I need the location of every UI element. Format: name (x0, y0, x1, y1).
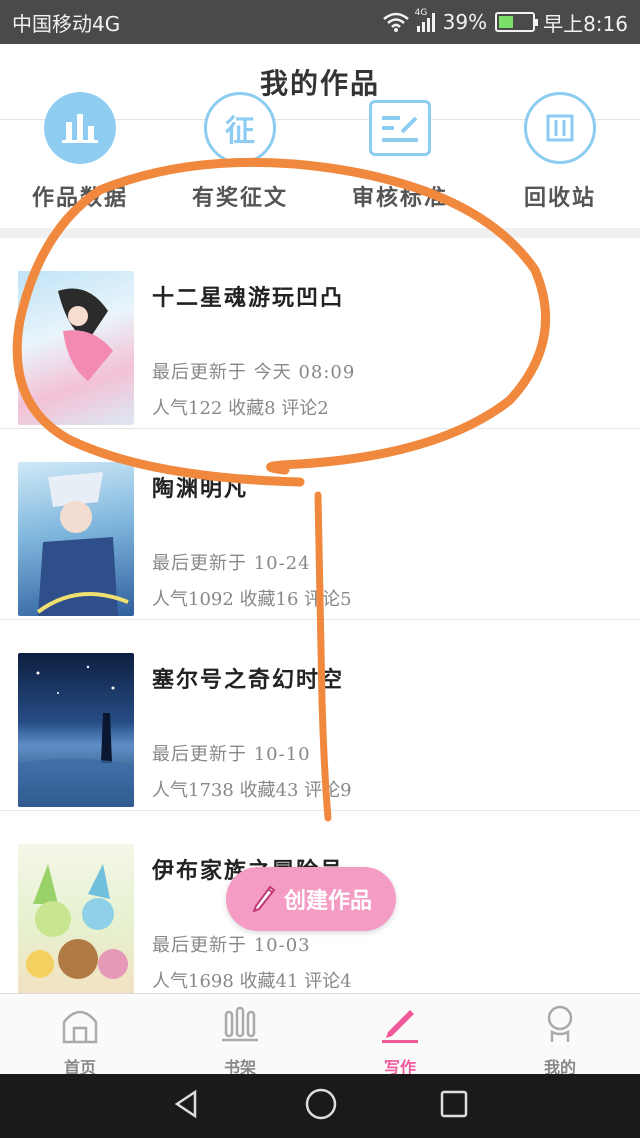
work-cover (18, 653, 134, 807)
review-icon (369, 100, 431, 156)
back-icon[interactable] (171, 1088, 203, 1124)
work-updated: 最后更新于 10-10 (152, 744, 311, 765)
quick-action-label: 有奖征文 (191, 185, 288, 211)
tab-mine[interactable]: 我的 (480, 994, 640, 1077)
quick-action-work-data[interactable]: 作品数据 (0, 92, 160, 228)
network-type-label: 4G (414, 8, 428, 18)
pen-icon (380, 1004, 420, 1048)
carrier-label: 中国移动4G (12, 11, 121, 36)
work-stats: 人气1698 收藏41 评论4 (152, 971, 352, 992)
contest-icon: 征 (204, 92, 276, 164)
quick-actions: 作品数据 征 有奖征文 审核标准 回收站 (0, 92, 640, 228)
home-circle-icon[interactable] (304, 1087, 338, 1125)
home-icon (60, 1004, 100, 1048)
clock: 早上8:16 (543, 11, 628, 36)
work-item[interactable]: 陶渊明凡 最后更新于 10-24 人气1092 收藏16 评论5 (0, 429, 640, 620)
quick-action-recycle-bin[interactable]: 回收站 (480, 92, 640, 228)
quick-action-label: 作品数据 (31, 185, 128, 211)
work-title: 陶渊明凡 (152, 476, 249, 502)
bottom-tab-bar: 首页 书架 写作 我的 (0, 993, 640, 1077)
work-stats: 人气1092 收藏16 评论5 (152, 589, 352, 610)
tab-home[interactable]: 首页 (0, 994, 160, 1077)
wifi-icon (382, 12, 409, 32)
pencil-icon (250, 880, 278, 918)
work-updated: 最后更新于 今天 08:09 (152, 362, 356, 383)
work-cover (18, 844, 134, 993)
tab-write[interactable]: 写作 (320, 994, 480, 1077)
quick-action-contest[interactable]: 征 有奖征文 (160, 92, 320, 228)
system-nav-bar (0, 1074, 640, 1138)
battery-icon (495, 12, 539, 32)
battery-percent: 39% (442, 10, 488, 34)
create-work-label: 创建作品 (283, 888, 372, 914)
recycle-bin-icon (524, 92, 596, 164)
tab-bookshelf[interactable]: 书架 (160, 994, 320, 1077)
work-stats: 人气1738 收藏43 评论9 (152, 780, 352, 801)
work-stats: 人气122 收藏8 评论2 (152, 398, 329, 419)
recents-icon[interactable] (439, 1089, 469, 1123)
work-title: 塞尔号之奇幻时空 (152, 667, 345, 693)
chart-icon (44, 92, 116, 164)
profile-icon (540, 1004, 580, 1048)
quick-action-review-standard[interactable]: 审核标准 (320, 100, 480, 228)
page-title: 我的作品 (259, 66, 380, 100)
work-title: 十二星魂游玩凹凸 (152, 285, 345, 311)
status-bar: 中国移动4G 4G 39% 早上8:16 (0, 0, 640, 44)
quick-action-label: 回收站 (523, 185, 596, 211)
signal-icon: 4G (415, 8, 435, 32)
work-updated: 最后更新于 10-03 (152, 935, 311, 956)
work-updated: 最后更新于 10-24 (152, 553, 311, 574)
work-cover (18, 462, 134, 616)
work-cover (18, 271, 134, 425)
quick-action-label: 审核标准 (351, 185, 448, 211)
work-item[interactable]: 塞尔号之奇幻时空 最后更新于 10-10 人气1738 收藏43 评论9 (0, 620, 640, 811)
bookshelf-icon (220, 1004, 260, 1048)
work-item[interactable]: 十二星魂游玩凹凸 最后更新于 今天 08:09 人气122 收藏8 评论2 (0, 238, 640, 429)
section-divider (0, 228, 640, 238)
create-work-button[interactable]: 创建作品 (226, 867, 396, 931)
